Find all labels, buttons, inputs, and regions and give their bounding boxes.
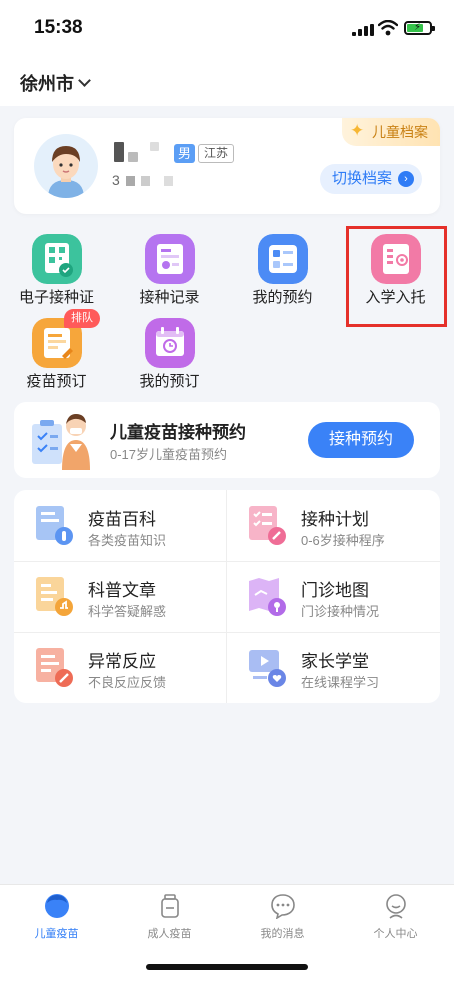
grid-item-vaccination-record[interactable]: 接种记录	[113, 234, 226, 314]
queue-badge: 排队	[64, 309, 100, 328]
archive-tag: ✦ 儿童档案	[342, 118, 440, 146]
service-vaccine-encyclopedia[interactable]: 疫苗百科 各类疫苗知识	[14, 490, 227, 561]
sparkle-icon: ✦	[350, 121, 365, 140]
highlight-annotation-box	[346, 226, 447, 327]
service-adverse-reaction[interactable]: 异常反应 不良反应反馈	[14, 632, 227, 703]
vaccination-record-icon	[145, 234, 195, 284]
province-badge: 江苏	[198, 144, 235, 163]
service-parent-school[interactable]: 家长学堂 在线课程学习	[227, 632, 440, 703]
vaccine-encyclopedia-icon	[36, 506, 73, 545]
home-indicator[interactable]	[146, 964, 308, 970]
top-bar: 徐州市	[0, 58, 454, 106]
vaccination-booking-button[interactable]: 接种预约	[308, 422, 414, 458]
tab-child-vaccine[interactable]: 儿童疫苗	[0, 893, 113, 953]
vaccine-certificate-icon	[32, 234, 82, 284]
gender-badge: 男	[174, 144, 196, 163]
chevron-down-icon	[78, 74, 91, 87]
grid-item-my-appointment[interactable]: 我的预约	[226, 234, 339, 314]
profile-card[interactable]: 男 江苏 3 ✦ 儿童档案 切换档案 ›	[14, 118, 440, 214]
service-vaccination-plan[interactable]: 接种计划 0-6岁接种程序	[227, 490, 440, 561]
my-appointment-icon	[258, 234, 308, 284]
booking-card[interactable]: 儿童疫苗接种预约 0-17岁儿童疫苗预约 接种预约	[14, 402, 440, 478]
switch-archive-button[interactable]: 切换档案 ›	[319, 164, 422, 194]
grid-item-vaccine-booking[interactable]: 排队 疫苗预订	[0, 309, 113, 398]
booking-subtitle: 0-17岁儿童疫苗预约	[110, 447, 228, 462]
chevron-right-icon: ›	[398, 171, 414, 187]
science-article-icon	[36, 577, 73, 616]
clinic-map-icon	[249, 578, 286, 616]
parent-school-icon	[249, 650, 286, 687]
services-card: 疫苗百科 各类疫苗知识 接种计划 0-6岁接种程序 科普文章 科学答疑解惑 门诊…	[14, 490, 440, 703]
tab-my-messages[interactable]: 我的消息	[226, 893, 339, 953]
battery-icon: ⚡	[404, 21, 435, 35]
service-science-article[interactable]: 科普文章 科学答疑解惑	[14, 561, 227, 632]
chat-bubble-icon	[271, 894, 295, 919]
city-label: 徐州市	[20, 74, 74, 94]
vaccine-bottle-icon	[161, 894, 179, 918]
child-name-masked	[114, 142, 172, 162]
child-id-masked: 3	[112, 172, 173, 188]
service-clinic-map[interactable]: 门诊地图 门诊接种情况	[227, 561, 440, 632]
doctor-clipboard-illustration	[32, 414, 90, 470]
signal-icon	[352, 24, 374, 36]
my-booking-icon	[145, 318, 195, 368]
tab-personal-center[interactable]: 个人中心	[339, 893, 452, 953]
adverse-reaction-icon	[36, 648, 73, 687]
status-bar: 15:38 ⚡	[0, 0, 454, 58]
vaccination-plan-icon	[249, 506, 286, 545]
user-profile-icon	[386, 894, 406, 919]
booking-title: 儿童疫苗接种预约	[110, 423, 246, 442]
child-avatar	[34, 134, 98, 198]
grid-item-my-booking[interactable]: 我的预订	[113, 318, 226, 398]
status-time: 15:38	[34, 17, 83, 38]
child-face-icon	[45, 894, 69, 918]
grid-item-vaccine-certificate[interactable]: 电子接种证	[0, 234, 113, 314]
city-selector[interactable]: 徐州市	[20, 70, 91, 96]
wifi-icon	[378, 20, 398, 36]
tab-adult-vaccine[interactable]: 成人疫苗	[113, 893, 226, 953]
